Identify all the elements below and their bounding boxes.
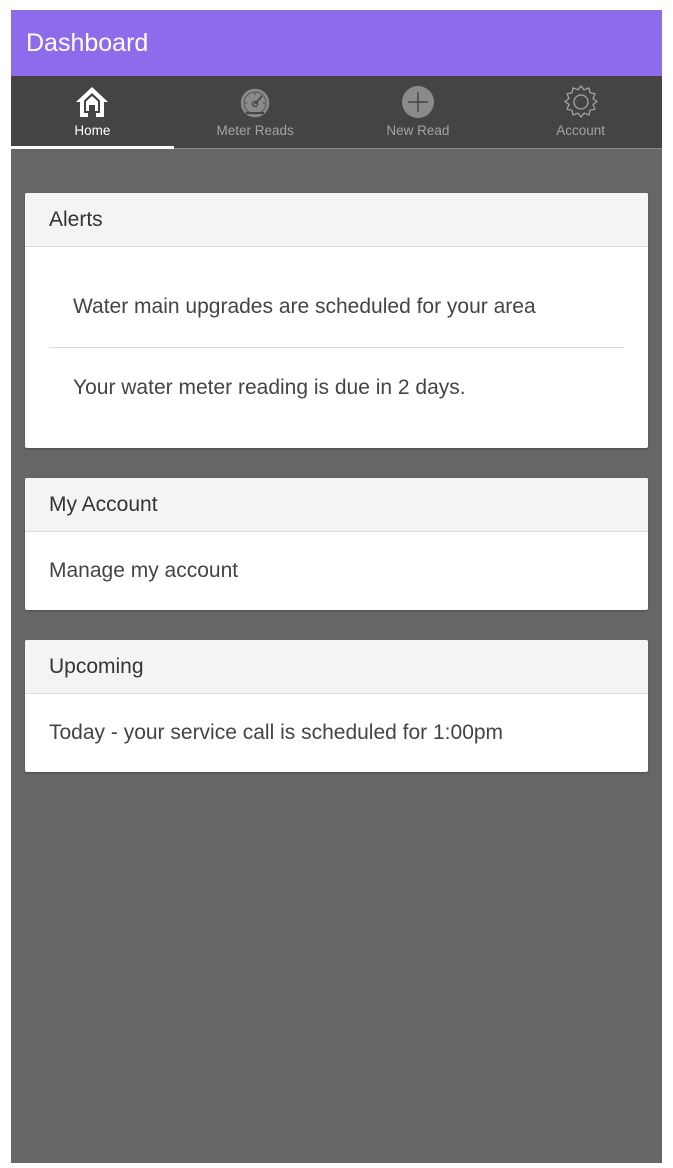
plus-circle-icon xyxy=(398,84,438,120)
alerts-card: Alerts Water main upgrades are scheduled… xyxy=(25,193,648,448)
tab-home-label: Home xyxy=(74,123,111,138)
tab-account[interactable]: Account xyxy=(499,76,662,148)
upcoming-card: Upcoming Today - your service call is sc… xyxy=(25,640,648,772)
my-account-card: My Account Manage my account xyxy=(25,478,648,610)
gauge-icon xyxy=(235,84,275,120)
app-screen: Dashboard Home Meter Reads New Read Acco… xyxy=(11,10,662,1163)
tab-bar: Home Meter Reads New Read Account xyxy=(11,76,662,149)
tab-meter-reads[interactable]: Meter Reads xyxy=(174,76,337,148)
tab-account-label: Account xyxy=(556,123,606,138)
upcoming-card-header: Upcoming xyxy=(25,640,648,694)
alert-item[interactable]: Your water meter reading is due in 2 day… xyxy=(49,348,624,428)
alert-item[interactable]: Water main upgrades are scheduled for yo… xyxy=(49,267,624,347)
alerts-card-title: Alerts xyxy=(49,207,103,231)
manage-account-link[interactable]: Manage my account xyxy=(25,532,648,610)
home-icon xyxy=(72,84,112,120)
tab-new-read[interactable]: New Read xyxy=(337,76,500,148)
tab-new-read-label: New Read xyxy=(386,123,450,138)
alerts-list: Water main upgrades are scheduled for yo… xyxy=(25,247,648,448)
gear-icon xyxy=(561,84,601,120)
upcoming-card-title: Upcoming xyxy=(49,654,144,678)
tab-meter-reads-label: Meter Reads xyxy=(216,123,294,138)
upcoming-item-text: Today - your service call is scheduled f… xyxy=(49,721,504,744)
manage-account-label: Manage my account xyxy=(49,559,239,582)
my-account-card-title: My Account xyxy=(49,492,158,516)
alerts-card-header: Alerts xyxy=(25,193,648,247)
tab-home[interactable]: Home xyxy=(11,76,174,149)
upcoming-item[interactable]: Today - your service call is scheduled f… xyxy=(25,694,648,772)
my-account-card-header: My Account xyxy=(25,478,648,532)
alert-item-text: Your water meter reading is due in 2 day… xyxy=(73,376,466,399)
dashboard-content: Alerts Water main upgrades are scheduled… xyxy=(11,149,662,772)
page-title: Dashboard xyxy=(26,28,149,57)
alert-item-text: Water main upgrades are scheduled for yo… xyxy=(73,295,536,318)
title-bar: Dashboard xyxy=(11,10,662,76)
